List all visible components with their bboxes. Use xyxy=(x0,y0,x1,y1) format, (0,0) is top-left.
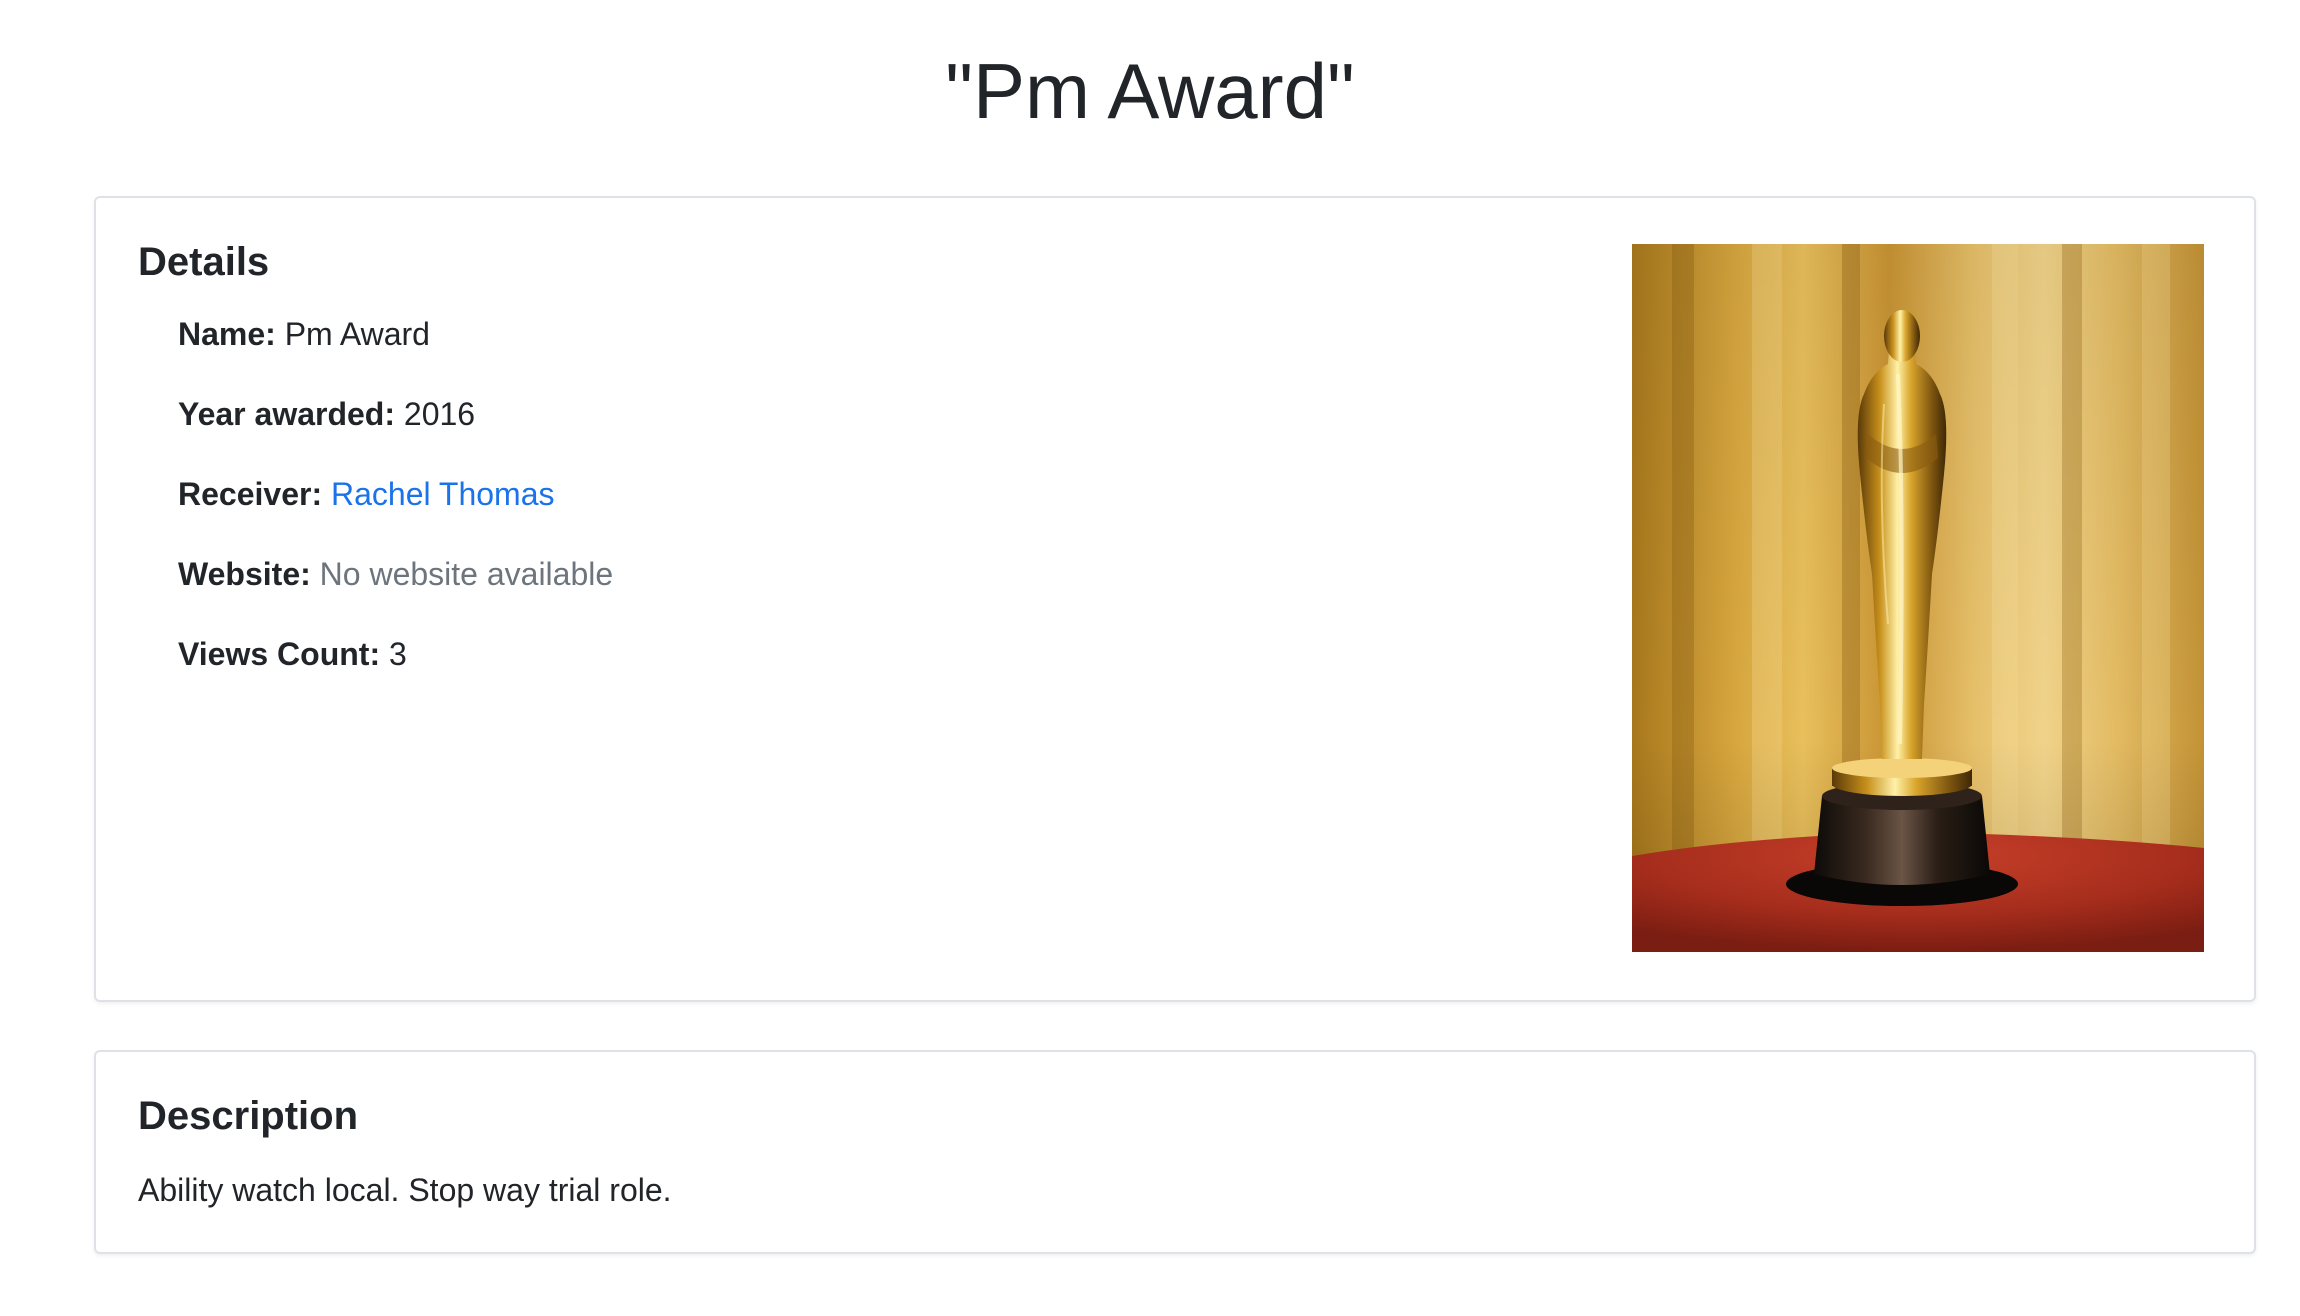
detail-name-label: Name: xyxy=(178,316,276,352)
detail-views: Views Count: 3 xyxy=(178,634,613,714)
details-card: Details Name: Pm Award Year awarded: 201… xyxy=(94,196,2256,1002)
detail-year-value: 2016 xyxy=(403,396,476,432)
detail-website-label: Website: xyxy=(178,556,311,592)
detail-name: Name: Pm Award xyxy=(178,314,613,394)
detail-year-label: Year awarded: xyxy=(178,396,395,432)
detail-views-value: 3 xyxy=(388,636,407,672)
detail-views-label: Views Count: xyxy=(178,636,381,672)
detail-website-value: No website available xyxy=(319,556,614,592)
award-statuette-image xyxy=(1632,244,2204,952)
detail-receiver: Receiver: Rachel Thomas xyxy=(178,474,613,554)
detail-website: Website: No website available xyxy=(178,554,613,634)
details-list: Name: Pm Award Year awarded: 2016 Receiv… xyxy=(178,314,613,714)
detail-name-value: Pm Award xyxy=(284,316,430,352)
description-heading: Description xyxy=(138,1094,359,1138)
description-text: Ability watch local. Stop way trial role… xyxy=(138,1172,672,1208)
details-heading: Details xyxy=(138,240,270,284)
detail-year: Year awarded: 2016 xyxy=(178,394,613,474)
receiver-link[interactable]: Rachel Thomas xyxy=(331,476,555,512)
description-card: Description Ability watch local. Stop wa… xyxy=(94,1050,2256,1254)
detail-receiver-label: Receiver: xyxy=(178,476,323,512)
page-title: "Pm Award" xyxy=(945,47,1355,135)
